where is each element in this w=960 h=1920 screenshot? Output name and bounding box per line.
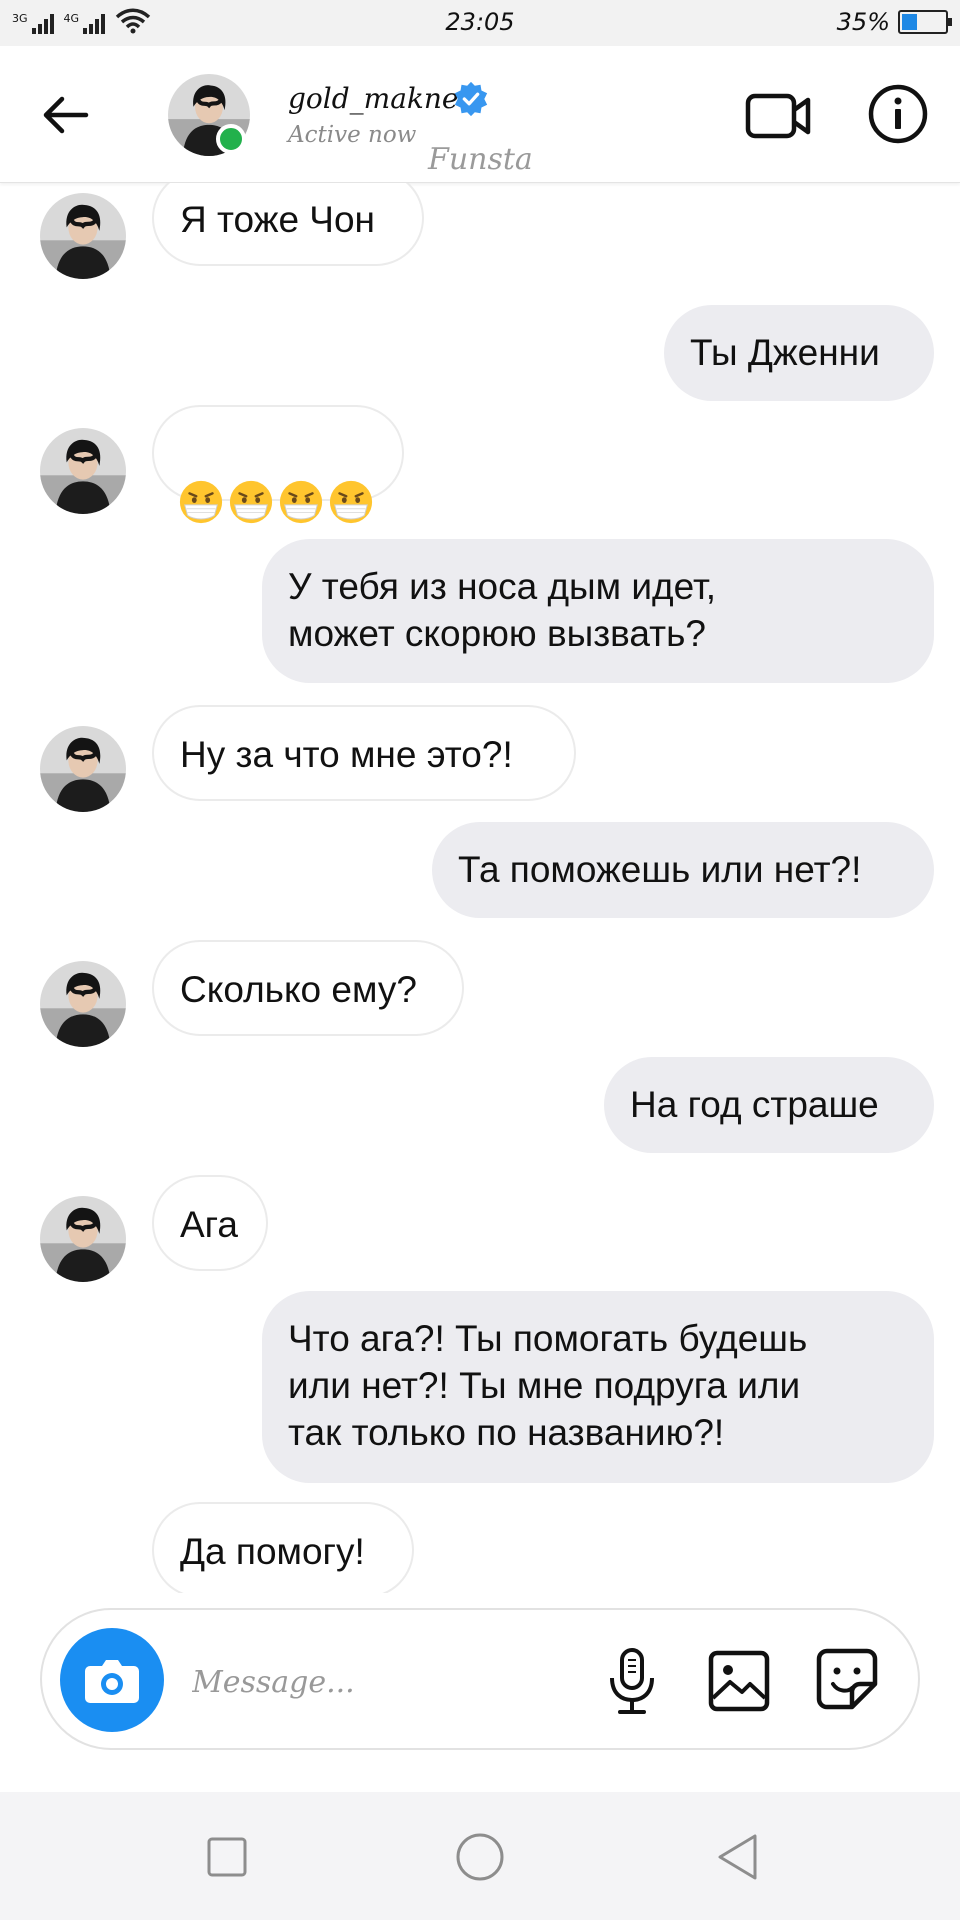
online-indicator [216, 124, 246, 154]
mask-face-emoji [228, 479, 274, 525]
avatar[interactable] [40, 1196, 126, 1282]
outgoing-message[interactable]: У тебя из носа дым идет, может скорюю вы… [262, 539, 934, 683]
recent-apps-icon[interactable] [200, 1830, 254, 1884]
avatar[interactable] [40, 726, 126, 812]
battery-percent: 35% [836, 8, 890, 36]
message-list[interactable]: Я тоже Чон Ты Дженни У тебя из носа дым … [0, 183, 960, 1593]
clock: 23:05 [445, 8, 515, 36]
camera-icon [85, 1660, 139, 1703]
incoming-message[interactable]: Я тоже Чон [152, 183, 424, 266]
back-arrow-icon[interactable] [36, 90, 96, 140]
battery-status: 35% [836, 8, 952, 36]
back-nav-icon[interactable] [712, 1830, 766, 1884]
active-status: Active now [288, 122, 417, 148]
outgoing-message[interactable]: Что ага?! Ты помогать будешь или нет?! Т… [262, 1291, 934, 1483]
outgoing-message[interactable]: Та поможешь или нет?! [432, 822, 934, 918]
incoming-message[interactable]: Ну за что мне это?! [152, 705, 576, 801]
incoming-message[interactable]: Сколько ему? [152, 940, 464, 1036]
incoming-message[interactable]: Ага [152, 1175, 268, 1271]
message-input[interactable] [190, 1656, 524, 1708]
mask-face-emoji [178, 479, 224, 525]
watermark: Funsta [428, 142, 533, 177]
microphone-icon[interactable] [602, 1646, 662, 1716]
incoming-message[interactable]: Да помогу! [152, 1502, 414, 1593]
system-nav-bar [0, 1792, 960, 1920]
message-composer [40, 1608, 920, 1750]
outgoing-message[interactable]: На год страше [604, 1057, 934, 1153]
home-icon[interactable] [453, 1830, 507, 1884]
incoming-emoji-message[interactable] [152, 405, 404, 501]
sticker-icon[interactable] [814, 1646, 880, 1712]
gallery-icon[interactable] [706, 1648, 772, 1714]
video-call-icon[interactable] [744, 86, 814, 146]
avatar[interactable] [40, 193, 126, 279]
avatar[interactable] [40, 428, 126, 514]
battery-icon [898, 10, 952, 34]
camera-button[interactable] [60, 1628, 164, 1732]
mask-face-emoji [278, 479, 324, 525]
status-bar: 3G 4G 23:05 35% [0, 0, 960, 46]
chat-header: gold_makne Active now Funsta [0, 46, 960, 183]
verified-badge-icon [454, 81, 488, 117]
outgoing-message[interactable]: Ты Дженни [664, 305, 934, 401]
username[interactable]: gold_makne [288, 82, 458, 115]
info-icon[interactable] [866, 82, 930, 146]
avatar[interactable] [40, 961, 126, 1047]
mask-face-emoji [328, 479, 374, 525]
battery-fill [902, 14, 917, 30]
